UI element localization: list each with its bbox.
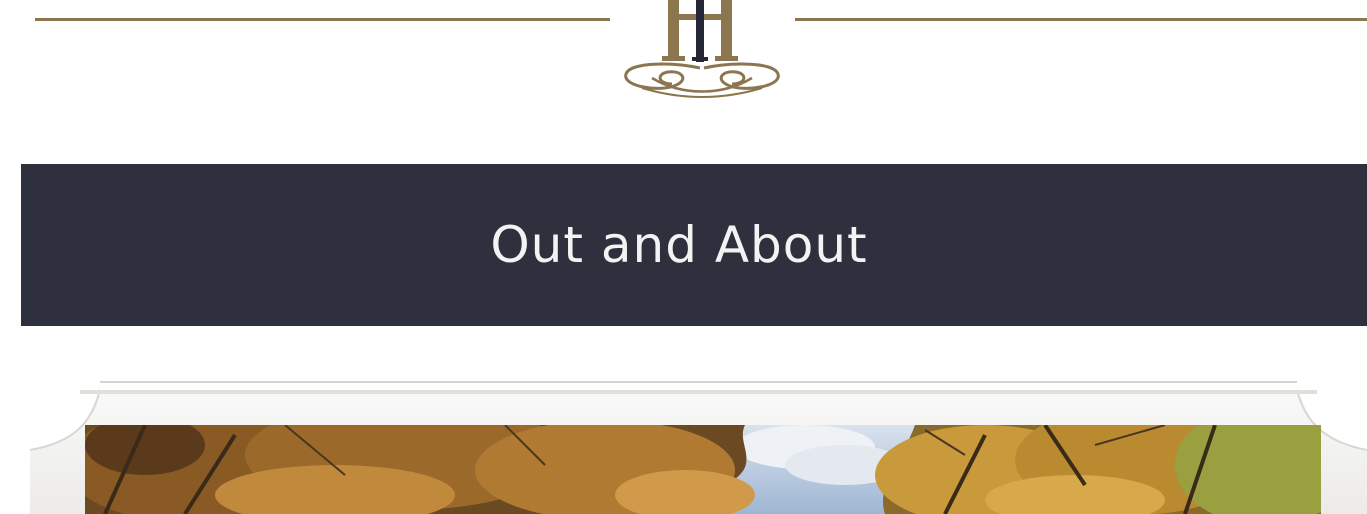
title-banner: Out and About: [21, 164, 1367, 326]
hh-monogram-icon[interactable]: [612, 0, 792, 104]
page: Out and About: [0, 0, 1367, 514]
divider-line-left: [35, 18, 610, 21]
page-title: Out and About: [490, 216, 868, 274]
autumn-trees-photo: [85, 425, 1321, 514]
divider-line-right: [795, 18, 1367, 21]
